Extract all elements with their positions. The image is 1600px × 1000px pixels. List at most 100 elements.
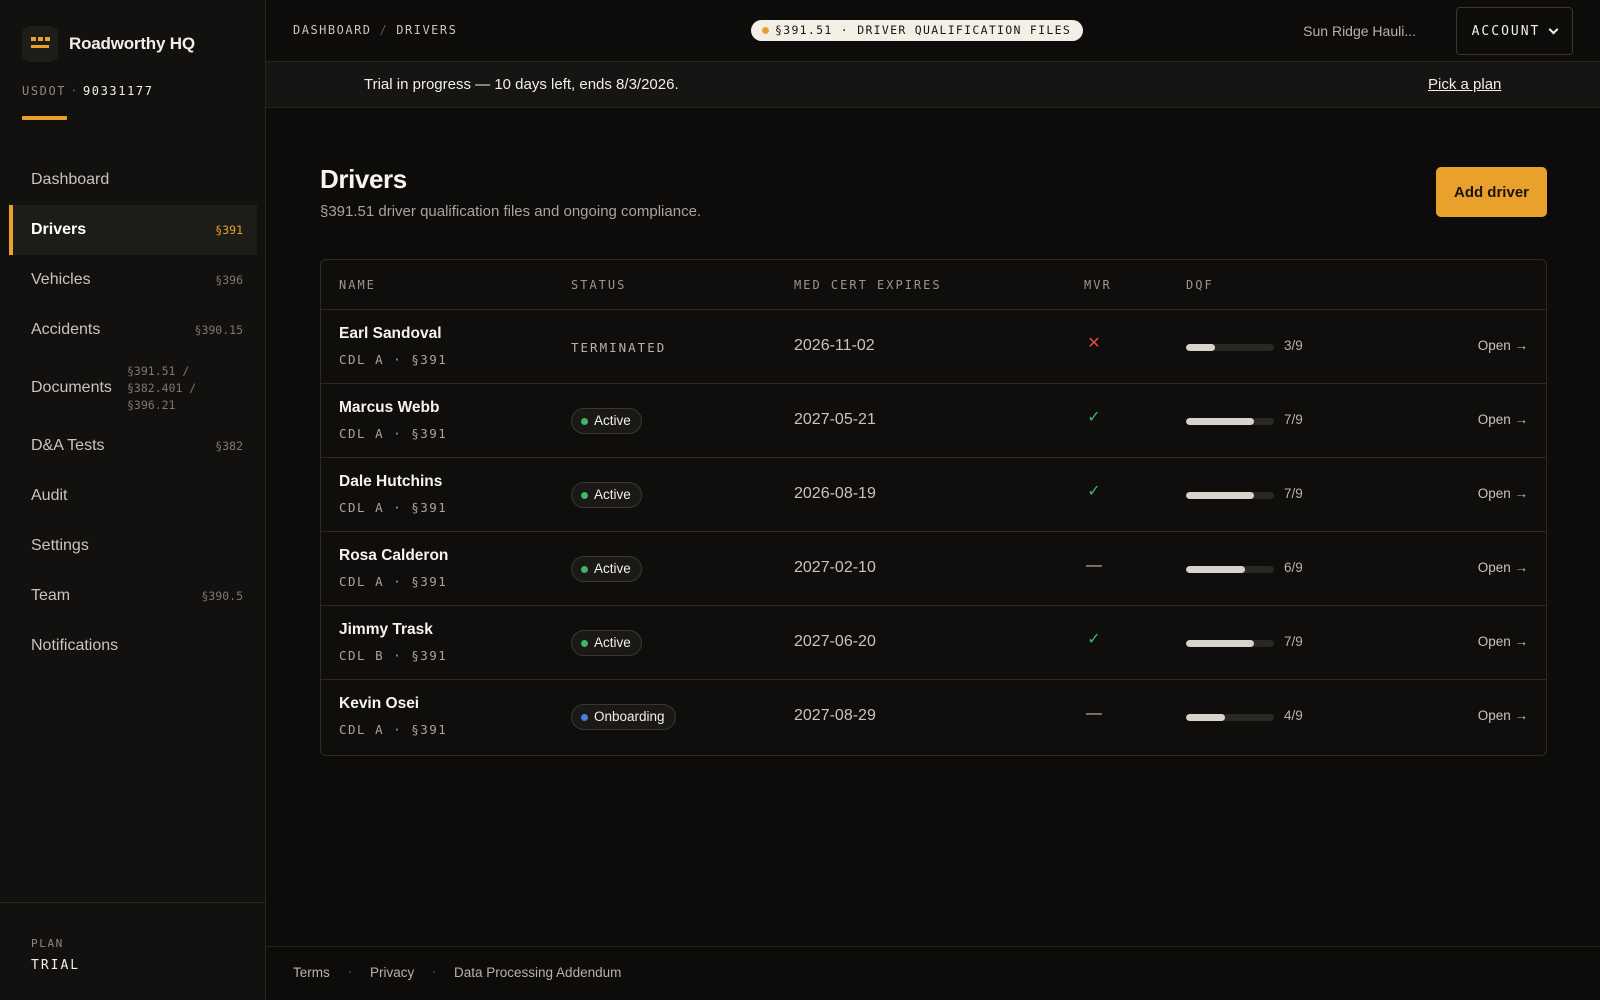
drivers-table: NAME STATUS MED CERT EXPIRES MVR DQF Ear… [320, 259, 1547, 756]
dqf-count: 6/9 [1284, 560, 1303, 575]
dqf-progress-bar [1186, 418, 1274, 425]
footer: Terms · Privacy · Data Processing Addend… [266, 946, 1600, 1000]
med-cert-date: 2026-11-02 [794, 337, 875, 354]
table-row[interactable]: Rosa Calderon CDL A · §391 Active 2027-02-1… [321, 532, 1546, 606]
dqf-progress-fill [1186, 492, 1255, 499]
driver-name[interactable]: Earl Sandoval [339, 325, 442, 343]
pick-plan-link[interactable]: Pick a plan [1428, 76, 1501, 93]
driver-name[interactable]: Dale Hutchins [339, 473, 442, 491]
terms-link[interactable]: Terms [293, 965, 330, 980]
status-dot-icon [581, 714, 588, 721]
med-cert-date: 2027-05-21 [794, 411, 876, 428]
sidebar-item-label: Drivers [31, 221, 87, 238]
driver-name[interactable]: Rosa Calderon [339, 547, 448, 565]
dqf-progress-bar [1186, 566, 1274, 573]
sidebar-item-label: Audit [31, 487, 68, 504]
brand[interactable]: Roadworthy HQ [22, 26, 195, 62]
table-row[interactable]: Marcus Webb CDL A · §391 Active 2027-05-21 ✓… [321, 384, 1546, 458]
sidebar-item-label: Settings [31, 537, 89, 554]
chevron-down-icon [1548, 24, 1559, 34]
driver-name[interactable]: Marcus Webb [339, 399, 440, 417]
sidebar-item-label: Notifications [31, 637, 119, 654]
mvr-check-icon: ✓ [1087, 409, 1101, 426]
sidebar-item-label: D&A Tests [31, 437, 105, 454]
sidebar-item-settings[interactable]: Settings [9, 521, 257, 571]
sidebar-item-dashboard[interactable]: Dashboard [9, 155, 257, 205]
sidebar-item-notifications[interactable]: Notifications [9, 621, 257, 671]
dqf-progress-fill [1186, 640, 1255, 647]
status-dot-icon [581, 566, 588, 573]
account-menu-button[interactable]: ACCOUNT [1456, 7, 1573, 55]
usdot-separator: · [70, 84, 79, 98]
sidebar-item-ref: §391 [215, 222, 243, 237]
table-body: Earl Sandoval CDL A · §391 TERMINATED 2026-… [321, 310, 1546, 754]
mvr-x-icon: ✕ [1087, 335, 1101, 352]
dqf-progress-fill [1186, 418, 1255, 425]
sidebar-item-team[interactable]: Team §390.5 [9, 571, 257, 621]
status-badge: Active [571, 408, 642, 434]
page-title: Drivers [320, 164, 407, 194]
dpa-link[interactable]: Data Processing Addendum [454, 965, 621, 980]
driver-name[interactable]: Kevin Osei [339, 695, 419, 713]
table-row[interactable]: Earl Sandoval CDL A · §391 TERMINATED 2026-… [321, 310, 1546, 384]
usdot-accent-bar [22, 116, 67, 120]
status-badge: Active [571, 630, 642, 656]
sidebar-item-ref: §382 [215, 438, 243, 453]
sidebar-item-accidents[interactable]: Accidents §390.15 [9, 305, 257, 355]
footer-separator: · [432, 964, 437, 979]
sidebar-item-documents[interactable]: Documents §391.51 / §382.401 / §396.21 [9, 355, 257, 421]
table-row[interactable]: Kevin Osei CDL A · §391 Onboarding 2027-08-… [321, 680, 1546, 754]
breadcrumb-drivers: DRIVERS [396, 23, 458, 37]
mvr-check-icon: ✓ [1087, 631, 1101, 648]
privacy-link[interactable]: Privacy [370, 965, 414, 980]
truck-grille-icon [22, 26, 58, 62]
sidebar-item-ref: §390.5 [201, 588, 243, 603]
open-driver-link[interactable]: Open → [1478, 634, 1528, 649]
status-badge-label: Active [594, 635, 631, 650]
account-label: ACCOUNT [1471, 23, 1541, 39]
status-badge-label: Onboarding [594, 709, 665, 724]
open-driver-link[interactable]: Open → [1478, 708, 1528, 723]
open-driver-link[interactable]: Open → [1478, 560, 1528, 575]
usdot-number: USDOT · 90331177 [22, 84, 154, 98]
breadcrumb-dashboard[interactable]: DASHBOARD [293, 23, 372, 37]
dqf-progress-bar [1186, 344, 1274, 351]
open-driver-link[interactable]: Open → [1478, 412, 1528, 427]
mvr-dash-icon: — [1086, 705, 1102, 722]
sidebar-item-ref-line: §382.401 / [127, 380, 197, 395]
table-row[interactable]: Jimmy Trask CDL B · §391 Active 2027-06-20 ✓… [321, 606, 1546, 680]
driver-name[interactable]: Jimmy Trask [339, 621, 433, 639]
section-pill: §391.51 · DRIVER QUALIFICATION FILES [751, 20, 1084, 41]
dqf-count: 3/9 [1284, 338, 1303, 353]
sidebar-item-ref: §390.15 [194, 322, 243, 337]
footer-separator: · [348, 964, 353, 979]
sidebar-item-ref: §396 [215, 272, 243, 287]
sidebar-item-da-tests[interactable]: D&A Tests §382 [9, 421, 257, 471]
sidebar-item-vehicles[interactable]: Vehicles §396 [9, 255, 257, 305]
plan-info: PLAN TRIAL [0, 902, 265, 1000]
dqf-count: 7/9 [1284, 634, 1303, 649]
driver-cdl: CDL A · §391 [339, 722, 448, 737]
column-header-med-cert: MED CERT EXPIRES [794, 278, 942, 292]
dqf-progress-fill [1186, 714, 1226, 721]
med-cert-date: 2027-06-20 [794, 633, 876, 650]
status-badge-label: Active [594, 413, 631, 428]
sidebar-item-audit[interactable]: Audit [9, 471, 257, 521]
dqf-progress-bar [1186, 640, 1274, 647]
table-row[interactable]: Dale Hutchins CDL A · §391 Active 2026-08-1… [321, 458, 1546, 532]
sidebar-item-drivers[interactable]: Drivers §391 [9, 205, 257, 255]
sidebar-nav: Dashboard Drivers §391 Vehicles §396 Acc… [9, 155, 257, 671]
open-driver-link[interactable]: Open → [1478, 486, 1528, 501]
driver-cdl: CDL A · §391 [339, 574, 448, 589]
column-header-mvr: MVR [1084, 278, 1112, 292]
plan-label: PLAN [31, 937, 64, 950]
open-driver-link[interactable]: Open → [1478, 338, 1528, 353]
dqf-progress-bar [1186, 492, 1274, 499]
add-driver-button[interactable]: Add driver [1436, 167, 1547, 217]
top-bar: DASHBOARD / DRIVERS §391.51 · DRIVER QUALI… [266, 0, 1600, 62]
page-subtitle: §391.51 driver qualification files and o… [320, 203, 702, 220]
status-badge: Active [571, 556, 642, 582]
status-text: TERMINATED [571, 340, 667, 355]
sidebar-item-label: Team [31, 587, 71, 604]
org-name: Sun Ridge Hauli... [1303, 23, 1416, 39]
